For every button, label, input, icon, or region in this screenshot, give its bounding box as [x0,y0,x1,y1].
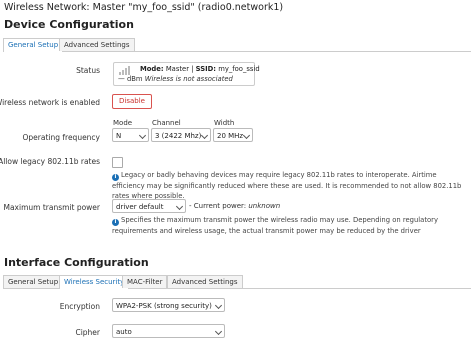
mode-value: Master [165,65,190,73]
ssid-value: my_foo_ssid [218,65,260,73]
info-icon: i [112,174,119,181]
legacy-rates-help: i Legacy or badly behaving devices may re… [112,170,467,201]
encryption-value: WPA2-PSK (strong security) [116,302,212,310]
width-select[interactable]: 20 MHz [213,128,253,142]
current-power-text: - Current power: unknown [189,202,280,210]
channel-select-value: 3 (2422 Mhz) [155,132,202,140]
chevron-down-icon [242,131,251,140]
transmit-power-value: driver default [116,203,164,211]
chevron-down-icon [175,202,184,211]
association-state: Wireless is not associated [144,75,233,83]
page-title: Wireless Network: Master "my_foo_ssid" (… [4,2,284,13]
chevron-down-icon [138,131,147,140]
device-configuration-heading: Device Configuration [4,18,134,31]
tab-general-setup[interactable]: General Setup [3,38,64,52]
chevron-down-icon [214,301,223,310]
chevron-down-icon [200,131,209,140]
operating-frequency-label: Operating frequency [22,133,101,142]
current-power-value: unknown [248,202,281,210]
tab-wireless-security[interactable]: Wireless Security [59,275,130,289]
tab-general-setup[interactable]: General Setup [3,275,64,288]
mode-select-value: N [116,132,122,140]
legacy-rates-help-text: Legacy or badly behaving devices may req… [112,171,462,200]
cipher-label: Cipher [75,328,100,337]
signal-strength-icon [119,66,130,75]
width-select-value: 20 MHz [217,132,244,140]
transmit-power-help-text: Specifies the maximum transmit power the… [112,216,438,235]
chevron-down-icon [214,327,223,336]
interface-configuration-heading: Interface Configuration [4,256,149,269]
ssid-prefix: SSID: [195,65,217,73]
enabled-label: Wireless network is enabled [0,98,100,107]
status-label: Status [76,66,100,75]
tab-mac-filter[interactable]: MAC-Filter [122,275,168,288]
info-icon: i [112,219,119,226]
tab-advanced-settings[interactable]: Advanced Settings [59,38,135,51]
encryption-label: Encryption [59,302,100,311]
mode-prefix: Mode: [140,65,164,73]
width-label: Width [214,119,235,127]
disable-button[interactable]: Disable [112,94,152,109]
mode-select[interactable]: N [112,128,149,142]
status-mode-line: Mode: Master | SSID: my_foo_ssid [140,65,260,73]
transmit-power-help: i Specifies the maximum transmit power th… [112,215,467,236]
channel-label: Channel [152,119,181,127]
current-power-prefix: - Current power: [189,202,247,210]
legacy-rates-label: Allow legacy 802.11b rates [0,157,100,166]
cipher-value: auto [116,328,132,336]
cipher-select[interactable]: auto [112,324,225,338]
transmit-power-select[interactable]: driver default [112,199,186,213]
transmit-power-label: Maximum transmit power [3,203,100,212]
encryption-select[interactable]: WPA2-PSK (strong security) [112,298,225,312]
status-box: Mode: Master | SSID: my_foo_ssid — dBm W… [113,62,260,86]
device-config-tabs: General Setup Advanced Settings [3,38,471,52]
status-state-line: — dBm Wireless is not associated [118,75,233,83]
legacy-rates-checkbox[interactable] [112,157,123,168]
channel-select[interactable]: 3 (2422 Mhz) [151,128,211,142]
interface-config-tabs: General Setup Wireless Security MAC-Filt… [3,275,471,289]
tab-advanced-settings[interactable]: Advanced Settings [167,275,243,288]
mode-label: Mode [113,119,133,127]
dbm-value: — dBm [118,75,143,83]
